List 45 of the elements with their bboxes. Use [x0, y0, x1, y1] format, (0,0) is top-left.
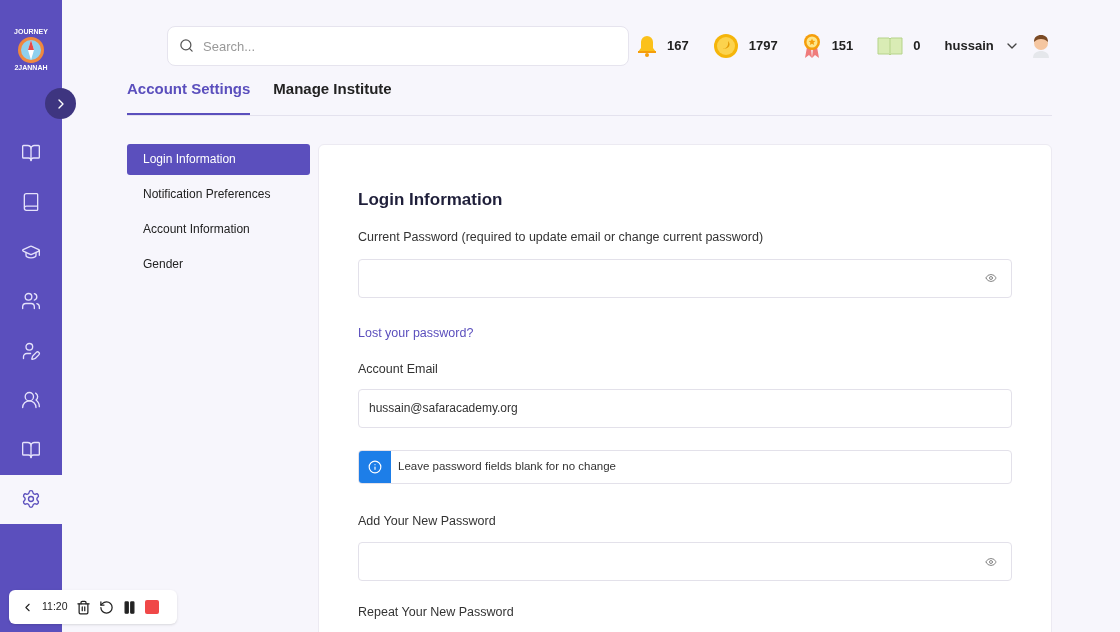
- field-label: Current Password (required to update email or change current password): [358, 229, 765, 246]
- book-icon: [877, 36, 904, 56]
- book-icon: [21, 192, 41, 213]
- field-label: Add Your New Password: [358, 512, 497, 530]
- menu-item[interactable]: Notification Preferences: [127, 178, 310, 210]
- eye-icon[interactable]: [984, 272, 997, 285]
- user-edit-icon: [21, 340, 41, 361]
- expand-button[interactable]: [45, 88, 76, 119]
- group-icon: [21, 390, 41, 411]
- search-icon: [179, 38, 194, 53]
- stat-count: 167: [667, 37, 689, 56]
- bell-icon: [637, 35, 657, 57]
- stat-count: 151: [831, 37, 854, 56]
- settings-icon: [21, 489, 41, 510]
- email-field[interactable]: hussain@safaracademy.org: [358, 388, 1012, 428]
- form-title: Login Information: [358, 188, 504, 211]
- stop-button[interactable]: [144, 600, 159, 614]
- recording-time: 11:20: [42, 599, 68, 615]
- stat-count: 0: [913, 37, 921, 56]
- sidebar-item[interactable]: [0, 474, 62, 524]
- trash-icon[interactable]: [75, 599, 91, 615]
- tab[interactable]: Account Settings: [127, 78, 251, 115]
- lost-password-link[interactable]: Lost your password?: [358, 325, 474, 340]
- search-field[interactable]: Search...: [167, 26, 629, 66]
- field-label: Account Email: [358, 360, 439, 378]
- info-text: Leave password fields blank for no change: [398, 458, 616, 474]
- field-label: Repeat Your New Password: [358, 604, 515, 622]
- tab[interactable]: Manage Institute: [273, 78, 392, 115]
- restart-icon[interactable]: [98, 599, 114, 615]
- pause-icon[interactable]: [121, 599, 137, 615]
- book-open-icon: [21, 439, 41, 460]
- coin-icon: [712, 33, 739, 59]
- stat-count: 1797: [748, 37, 778, 56]
- password-field[interactable]: [358, 258, 1012, 298]
- eye-icon[interactable]: [984, 555, 997, 568]
- info-icon: [368, 459, 382, 474]
- book-open-icon: [21, 142, 41, 163]
- compass-icon: [17, 36, 45, 64]
- menu-item[interactable]: Account Information: [127, 213, 310, 245]
- users-icon: [21, 291, 41, 312]
- user-name: hussain: [944, 37, 994, 56]
- menu-item[interactable]: Login Information: [127, 143, 310, 175]
- menu-item[interactable]: Gender: [127, 248, 310, 280]
- password-field[interactable]: [358, 542, 1012, 582]
- medal-icon: [801, 33, 822, 59]
